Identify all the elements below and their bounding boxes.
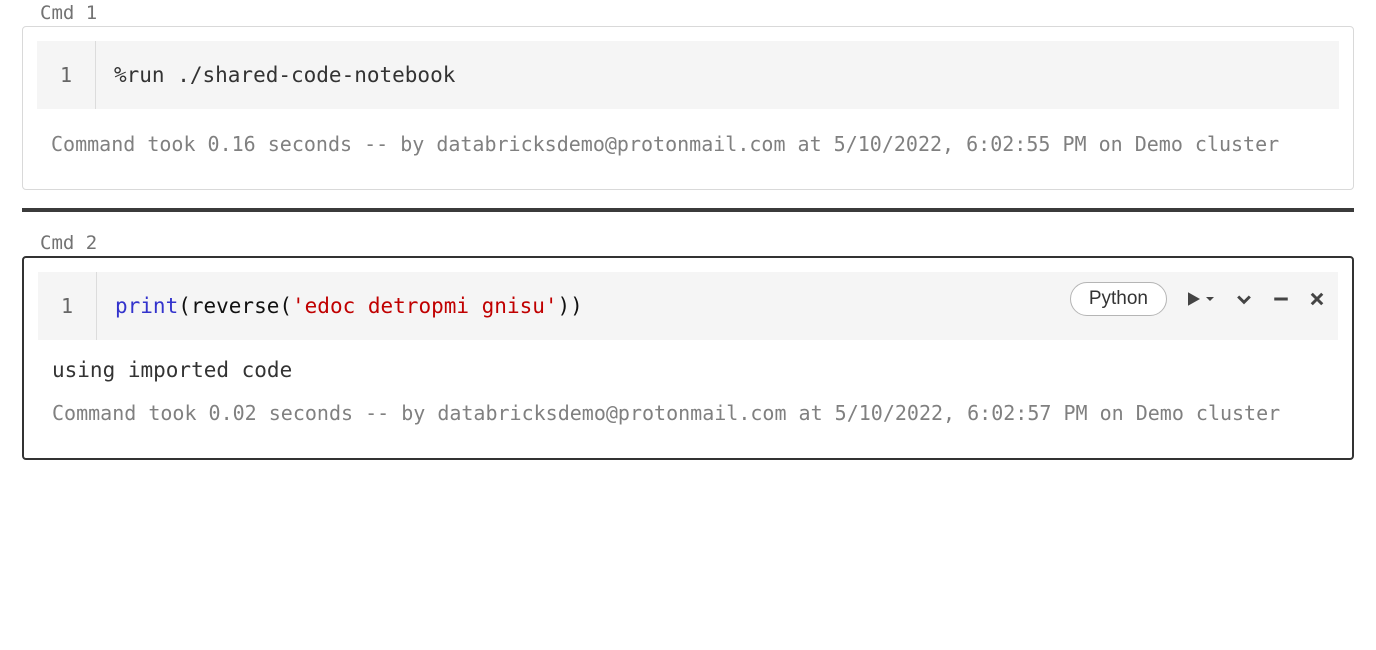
token: (reverse( bbox=[178, 294, 292, 318]
run-icon[interactable] bbox=[1185, 290, 1203, 308]
status-line: Command took 0.16 seconds -- by databric… bbox=[51, 127, 1325, 161]
cell-toolbar: Python bbox=[1070, 282, 1326, 316]
code-editor[interactable]: 1 %run ./shared-code-notebook bbox=[37, 41, 1339, 109]
cell-output-area: using imported code Command took 0.02 se… bbox=[24, 340, 1352, 458]
caret-down-icon[interactable] bbox=[1204, 293, 1216, 305]
cell-output-area: Command took 0.16 seconds -- by databric… bbox=[23, 109, 1353, 189]
token: )) bbox=[558, 294, 583, 318]
status-line: Command took 0.02 seconds -- by databric… bbox=[52, 396, 1324, 430]
line-number: 1 bbox=[38, 272, 97, 340]
code-editor[interactable]: 1 print(reverse('edoc detropmi gnisu')) … bbox=[38, 272, 1338, 340]
close-icon[interactable] bbox=[1308, 290, 1326, 308]
minimize-icon[interactable] bbox=[1272, 290, 1290, 308]
token-string: 'edoc detropmi gnisu' bbox=[292, 294, 558, 318]
cell-separator[interactable] bbox=[22, 208, 1354, 212]
cell-label: Cmd 1 bbox=[0, 0, 1376, 26]
output-text: using imported code bbox=[52, 358, 1324, 382]
cell-active[interactable]: 1 print(reverse('edoc detropmi gnisu')) … bbox=[22, 256, 1354, 460]
code-line[interactable]: %run ./shared-code-notebook bbox=[96, 41, 1339, 109]
line-number: 1 bbox=[37, 41, 96, 109]
language-pill[interactable]: Python bbox=[1070, 282, 1167, 316]
notebook: Cmd 1 1 %run ./shared-code-notebook Comm… bbox=[0, 0, 1376, 480]
cell[interactable]: 1 %run ./shared-code-notebook Command to… bbox=[22, 26, 1354, 190]
chevron-down-icon[interactable] bbox=[1234, 289, 1254, 309]
token-builtin: print bbox=[115, 294, 178, 318]
cell-label: Cmd 2 bbox=[0, 230, 1376, 256]
